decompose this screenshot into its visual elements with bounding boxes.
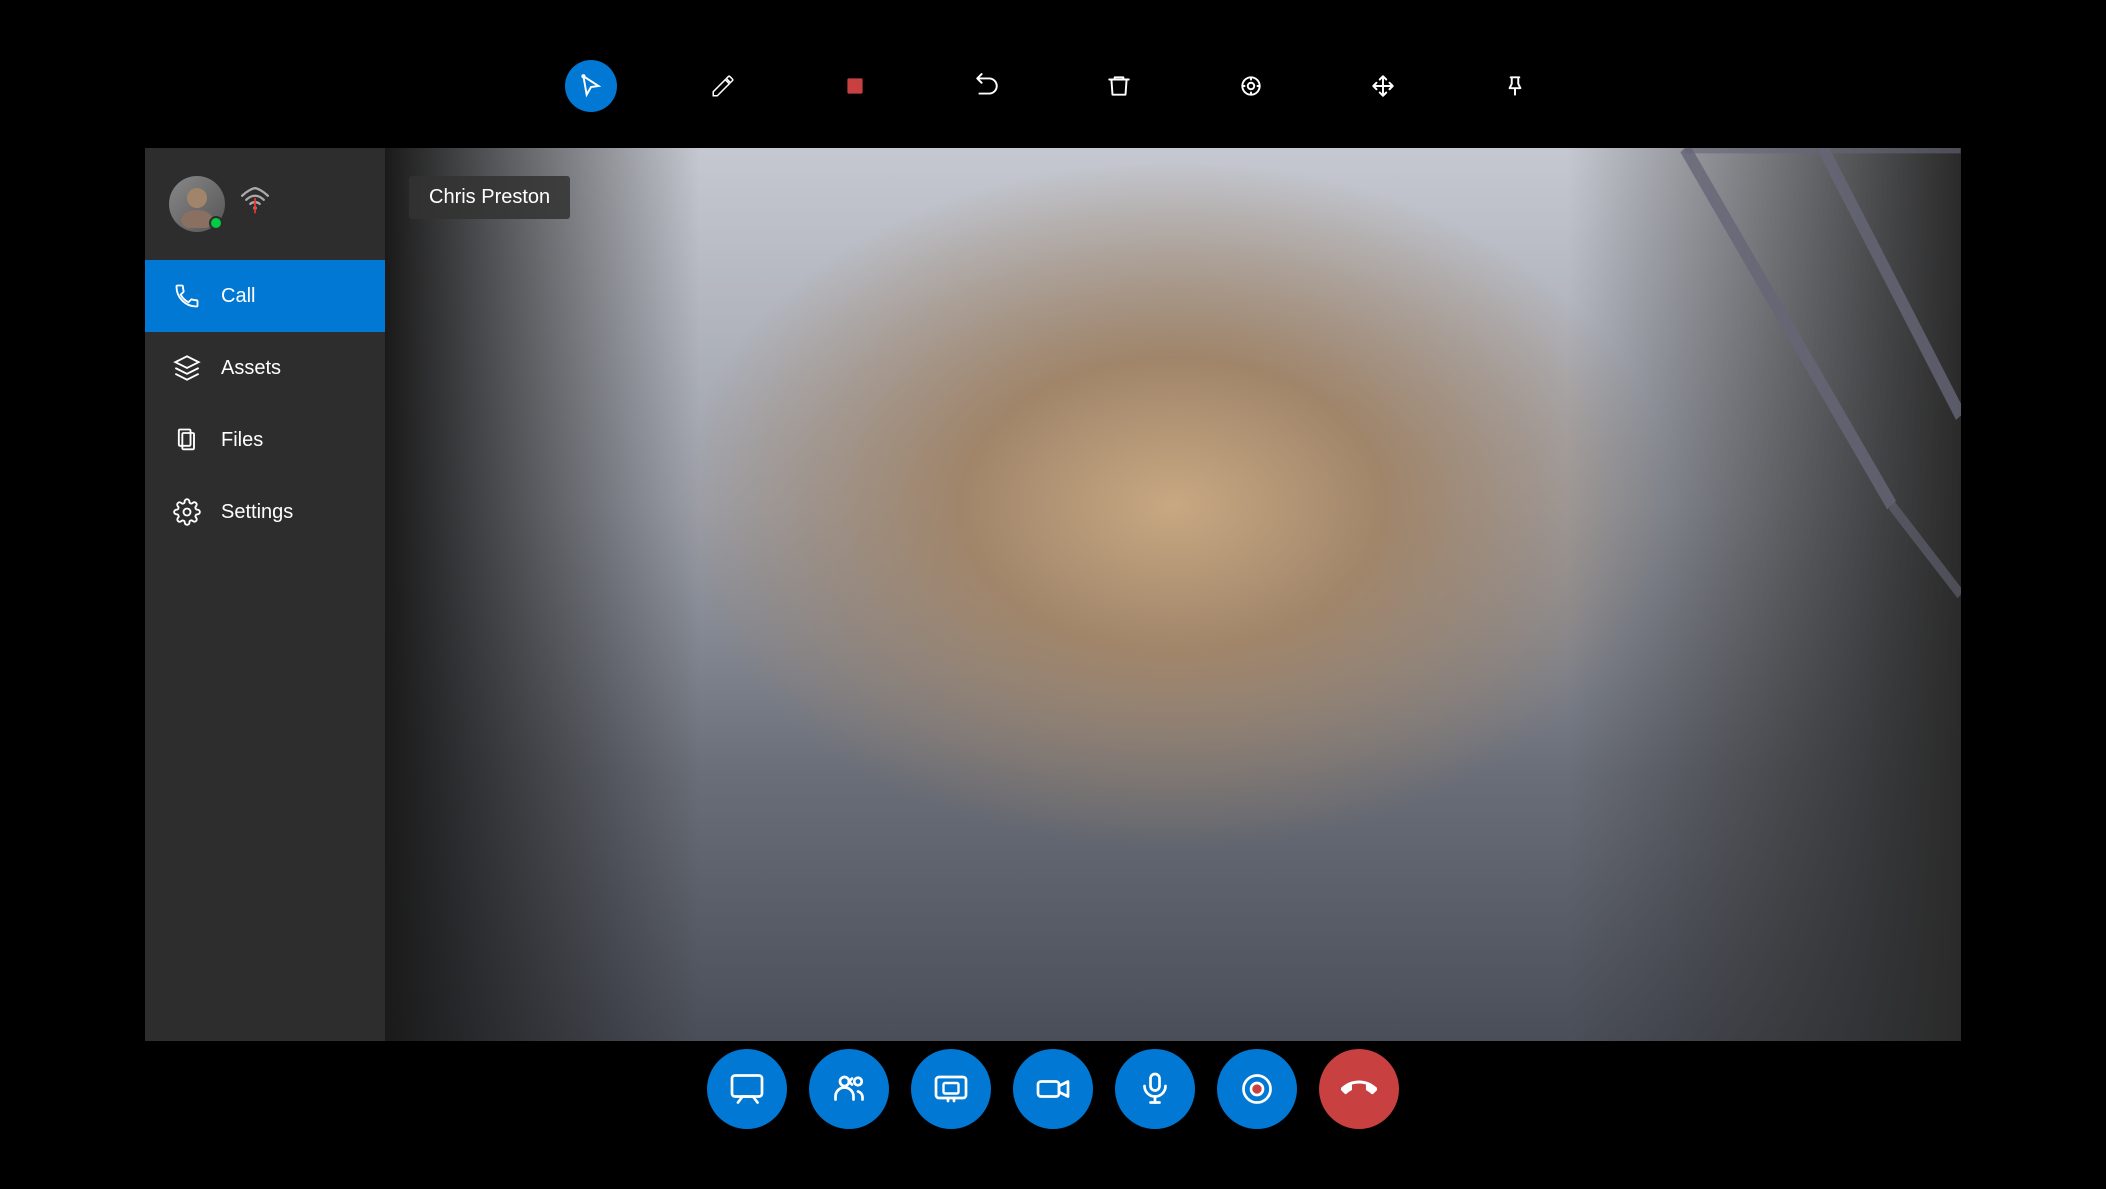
delete-button[interactable] — [1093, 60, 1145, 112]
main-area: Call Assets Files — [145, 148, 1961, 1041]
end-call-icon — [1341, 1071, 1377, 1107]
record-button[interactable] — [1217, 1049, 1297, 1129]
call-controls — [707, 1049, 1399, 1129]
sidebar-item-settings[interactable]: Settings — [145, 476, 385, 548]
sidebar-item-call-label: Call — [221, 285, 255, 308]
window-structure — [1409, 148, 1961, 684]
status-online-dot — [209, 216, 223, 230]
video-background: Chris Preston — [385, 148, 1961, 1041]
phone-icon — [173, 282, 201, 310]
sidebar: Call Assets Files — [145, 148, 385, 1041]
camera-button[interactable] — [1013, 1049, 1093, 1129]
caller-name-badge: Chris Preston — [409, 176, 570, 219]
files-icon — [173, 426, 201, 454]
avatar-wrap — [169, 176, 225, 232]
sidebar-item-settings-label: Settings — [221, 501, 293, 524]
gear-icon — [173, 498, 201, 526]
caller-name: Chris Preston — [429, 186, 550, 208]
video-area: Chris Preston — [385, 148, 1961, 1041]
screen-share-button[interactable] — [911, 1049, 991, 1129]
microphone-button[interactable] — [1115, 1049, 1195, 1129]
pin-button[interactable] — [1489, 60, 1541, 112]
chat-button[interactable] — [707, 1049, 787, 1129]
wifi-icon — [241, 187, 269, 221]
participants-button[interactable] — [809, 1049, 889, 1129]
undo-button[interactable] — [961, 60, 1013, 112]
sidebar-item-assets-label: Assets — [221, 357, 281, 380]
cube-icon — [173, 354, 201, 382]
camera-icon — [1035, 1071, 1071, 1107]
top-toolbar — [565, 60, 1541, 112]
pen-button[interactable] — [697, 60, 749, 112]
video-left-overlay — [385, 148, 700, 1041]
move-button[interactable] — [1357, 60, 1409, 112]
user-section — [145, 148, 385, 260]
record-icon — [1239, 1071, 1275, 1107]
microphone-icon — [1137, 1071, 1173, 1107]
sidebar-item-assets[interactable]: Assets — [145, 332, 385, 404]
end-call-button[interactable] — [1319, 1049, 1399, 1129]
sidebar-item-files[interactable]: Files — [145, 404, 385, 476]
participants-icon — [831, 1071, 867, 1107]
sidebar-item-files-label: Files — [221, 429, 263, 452]
pointer-button[interactable] — [565, 60, 617, 112]
nav-items: Call Assets Files — [145, 260, 385, 1041]
sidebar-item-call[interactable]: Call — [145, 260, 385, 332]
stop-button[interactable] — [829, 60, 881, 112]
target-button[interactable] — [1225, 60, 1277, 112]
screen-share-icon — [933, 1071, 969, 1107]
chat-icon — [729, 1071, 765, 1107]
